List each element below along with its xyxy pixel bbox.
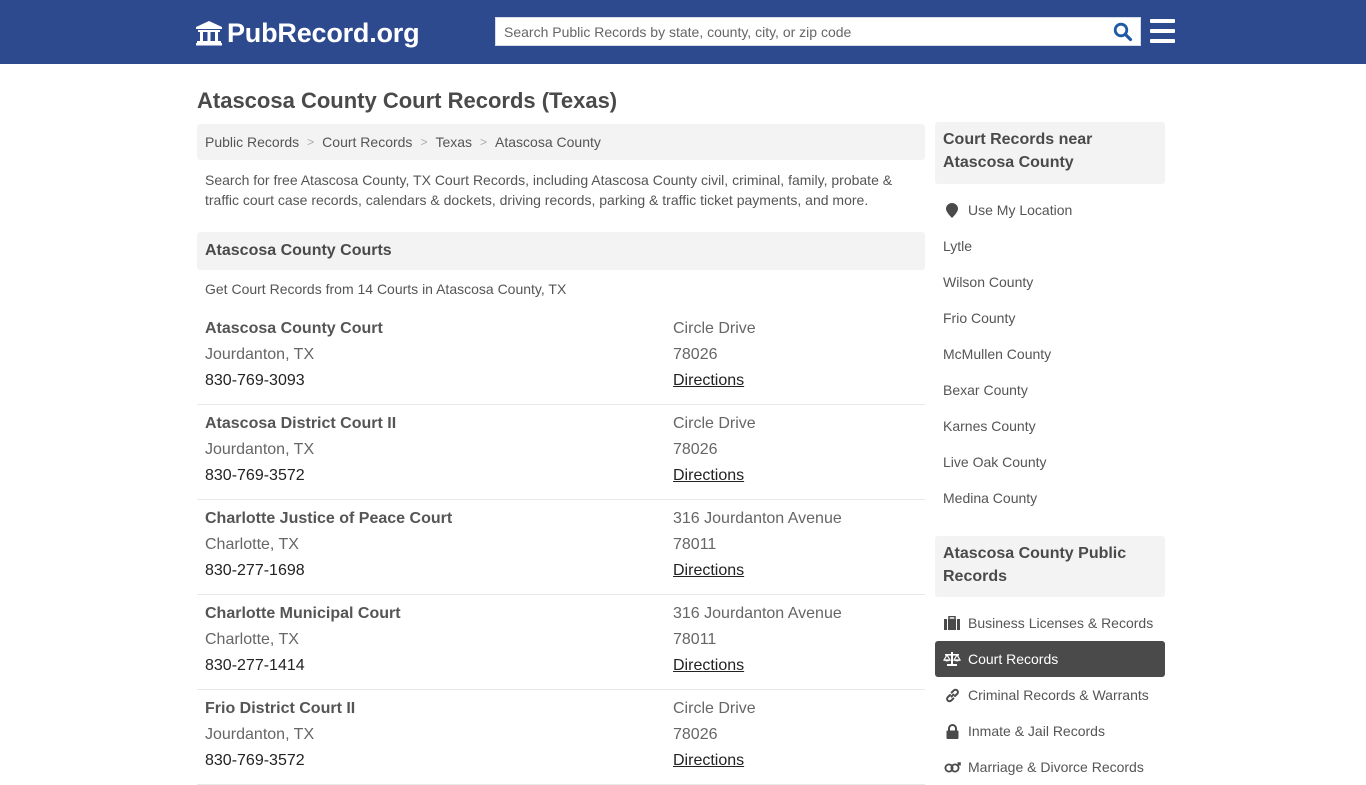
breadcrumb-separator: >	[420, 135, 428, 149]
hamburger-menu-icon-bar	[1150, 39, 1175, 43]
use-my-location-button[interactable]: Use My Location	[935, 192, 1165, 228]
gender-icon	[943, 759, 961, 775]
court-city: Jourdanton, TX	[205, 346, 315, 363]
directions-link[interactable]: Directions	[673, 372, 744, 389]
courts-section-subheading: Get Court Records from 14 Courts in Atas…	[205, 281, 567, 297]
public-records-list: Business Licenses & Records Court Record…	[935, 605, 1165, 785]
court-name[interactable]: Atascosa County Court	[205, 318, 383, 344]
court-zip: 78026	[673, 726, 718, 743]
court-address: Circle Drive	[673, 415, 756, 432]
court-city: Jourdanton, TX	[205, 441, 315, 458]
sidebar-item-label: Inmate & Jail Records	[968, 723, 1105, 739]
breadcrumb-public-records[interactable]: Public Records	[205, 134, 299, 150]
court-name[interactable]: Frio District Court II	[205, 698, 355, 724]
courthouse-icon	[195, 20, 223, 46]
breadcrumb-court-records[interactable]: Court Records	[322, 134, 412, 150]
nearby-link-medina-county[interactable]: Medina County	[935, 480, 1165, 516]
breadcrumb-texas[interactable]: Texas	[435, 134, 472, 150]
nearby-link-frio-county[interactable]: Frio County	[935, 300, 1165, 336]
court-name[interactable]: Atascosa District Court II	[205, 413, 396, 439]
court-city: Jourdanton, TX	[205, 726, 315, 743]
breadcrumb: Public Records > Court Records > Texas >…	[197, 124, 925, 160]
court-list: Atascosa County Court Jourdanton, TX 830…	[197, 310, 925, 785]
scales-icon	[943, 651, 961, 667]
breadcrumb-separator: >	[480, 135, 488, 149]
hamburger-menu-button[interactable]	[1150, 19, 1175, 43]
public-records-heading: Atascosa County Public Records	[935, 536, 1165, 597]
nearby-link-wilson-county[interactable]: Wilson County	[935, 264, 1165, 300]
sidebar-item-label: Criminal Records & Warrants	[968, 687, 1149, 703]
link-icon	[943, 687, 961, 703]
court-list-item: Charlotte Justice of Peace Court Charlot…	[197, 500, 925, 595]
court-zip: 78011	[673, 631, 717, 648]
briefcase-icon	[943, 615, 961, 631]
courts-section-heading: Atascosa County Courts	[197, 232, 925, 270]
court-address: 316 Jourdanton Avenue	[673, 510, 842, 527]
directions-link[interactable]: Directions	[673, 467, 744, 484]
sidebar-item-inmate-jail-records[interactable]: Inmate & Jail Records	[935, 713, 1165, 749]
court-zip: 78026	[673, 441, 718, 458]
court-zip: 78026	[673, 346, 718, 363]
court-list-item: Charlotte Municipal Court Charlotte, TX …	[197, 595, 925, 690]
directions-link[interactable]: Directions	[673, 562, 744, 579]
court-list-item: Frio District Court II Jourdanton, TX 83…	[197, 690, 925, 785]
hamburger-menu-icon-bar	[1150, 19, 1175, 23]
sidebar-item-criminal-records[interactable]: Criminal Records & Warrants	[935, 677, 1165, 713]
map-marker-icon	[943, 202, 961, 218]
sidebar-item-label: Court Records	[968, 651, 1059, 667]
nearby-link-mcmullen-county[interactable]: McMullen County	[935, 336, 1165, 372]
site-logo-link[interactable]: PubRecord.org	[195, 17, 420, 49]
search-input[interactable]	[496, 18, 1106, 45]
use-my-location-label: Use My Location	[968, 202, 1073, 218]
hamburger-menu-icon-bar	[1150, 29, 1175, 33]
nearby-court-records-list: Use My Location Lytle Wilson County Frio…	[935, 192, 1165, 516]
court-zip: 78011	[673, 536, 717, 553]
court-phone[interactable]: 830-277-1414	[205, 655, 401, 681]
court-list-item: Atascosa District Court II Jourdanton, T…	[197, 405, 925, 500]
page-title: Atascosa County Court Records (Texas)	[197, 88, 618, 113]
court-address: Circle Drive	[673, 320, 756, 337]
court-name[interactable]: Charlotte Municipal Court	[205, 603, 401, 629]
sidebar-item-label: Marriage & Divorce Records	[968, 759, 1144, 775]
nearby-link-bexar-county[interactable]: Bexar County	[935, 372, 1165, 408]
breadcrumb-separator: >	[307, 135, 315, 149]
lock-icon	[943, 723, 961, 739]
court-phone[interactable]: 830-769-3572	[205, 750, 355, 776]
intro-text: Search for free Atascosa County, TX Cour…	[205, 172, 893, 208]
nearby-link-live-oak-county[interactable]: Live Oak County	[935, 444, 1165, 480]
court-phone[interactable]: 830-277-1698	[205, 560, 452, 586]
sidebar-item-court-records[interactable]: Court Records	[935, 641, 1165, 677]
sidebar-item-marriage-divorce-records[interactable]: Marriage & Divorce Records	[935, 749, 1165, 785]
search-icon	[1113, 22, 1133, 41]
site-logo-text: PubRecord.org	[227, 17, 420, 48]
court-phone[interactable]: 830-769-3093	[205, 370, 383, 396]
court-list-item: Atascosa County Court Jourdanton, TX 830…	[197, 310, 925, 405]
breadcrumb-atascosa-county[interactable]: Atascosa County	[495, 134, 601, 150]
court-city: Charlotte, TX	[205, 631, 299, 648]
court-phone[interactable]: 830-769-3572	[205, 465, 396, 491]
court-address: 316 Jourdanton Avenue	[673, 605, 842, 622]
nearby-link-karnes-county[interactable]: Karnes County	[935, 408, 1165, 444]
directions-link[interactable]: Directions	[673, 657, 744, 674]
sidebar-item-business-licenses[interactable]: Business Licenses & Records	[935, 605, 1165, 641]
directions-link[interactable]: Directions	[673, 752, 744, 769]
nearby-link-lytle[interactable]: Lytle	[935, 228, 1165, 264]
court-name[interactable]: Charlotte Justice of Peace Court	[205, 508, 452, 534]
court-city: Charlotte, TX	[205, 536, 299, 553]
court-address: Circle Drive	[673, 700, 756, 717]
top-navigation-bar: PubRecord.org	[0, 0, 1366, 64]
nearby-court-records-heading: Court Records near Atascosa County	[935, 122, 1165, 184]
search-button[interactable]	[1106, 18, 1140, 45]
sidebar-item-label: Business Licenses & Records	[968, 615, 1154, 631]
search-bar	[495, 17, 1141, 46]
